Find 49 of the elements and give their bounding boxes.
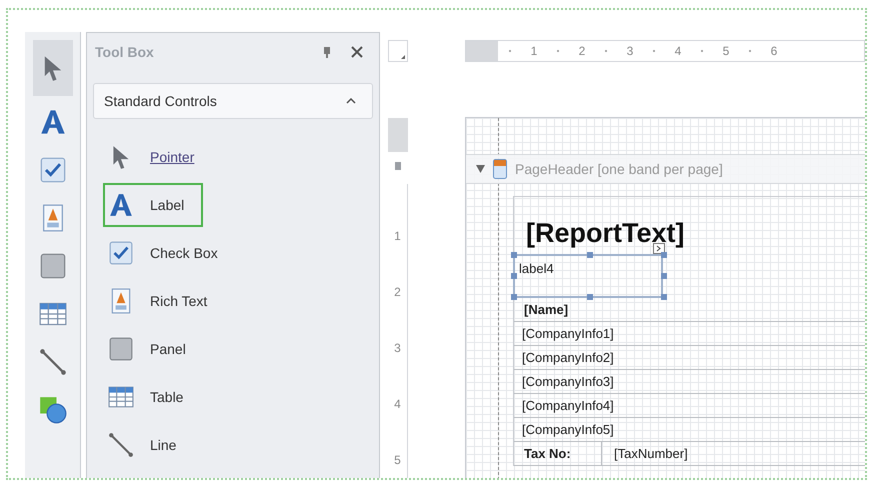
pin-icon[interactable] (323, 46, 331, 58)
band-icon (493, 159, 507, 179)
ruler-number: 2 (394, 284, 401, 301)
field-placeholder[interactable]: [CompanyInfo5] (514, 420, 614, 440)
band-title: PageHeader [one band per page] (515, 160, 723, 179)
pointer-icon[interactable] (32, 40, 72, 96)
ruler-number: 6 (770, 43, 778, 60)
ruler-number: 1 (394, 228, 401, 245)
ruler-tick (653, 50, 655, 52)
ruler-number: 3 (394, 340, 401, 357)
field-placeholder[interactable]: [Name] (514, 300, 568, 320)
field-placeholder[interactable]: [CompanyInfo1] (514, 324, 614, 344)
letter-icon (108, 192, 134, 218)
panel-icon (108, 336, 134, 362)
checkbox-icon (108, 240, 134, 266)
close-icon[interactable] (351, 46, 363, 58)
toolbox-item[interactable]: Line (103, 423, 223, 467)
ruler-tick (605, 50, 607, 52)
ruler-number: 3 (626, 43, 634, 60)
ruler-number: 5 (394, 452, 401, 469)
corner-icon (401, 55, 405, 59)
ruler-number: 5 (722, 43, 730, 60)
ruler-tick (749, 50, 751, 52)
field-placeholder[interactable]: [CompanyInfo2] (514, 348, 614, 368)
toolbox-item[interactable]: Pointer (103, 135, 223, 179)
toolbox-item[interactable]: Table (103, 375, 223, 419)
ruler-corner[interactable] (388, 40, 408, 62)
ruler-number: 1 (530, 43, 538, 60)
ruler-tick (509, 50, 511, 52)
toolbox-item[interactable]: Label (103, 183, 203, 227)
field-placeholder[interactable]: [TaxNumber] (602, 444, 688, 464)
group-header[interactable]: Standard Controls (93, 83, 373, 119)
field-placeholder[interactable]: [CompanyInfo4] (514, 396, 614, 416)
panel-title: Tool Box (95, 42, 154, 62)
field-placeholder[interactable]: [CompanyInfo3] (514, 372, 614, 392)
toolbox-item[interactable]: Rich Text (103, 279, 223, 323)
ruler-tick (557, 50, 559, 52)
ruler-tick (701, 50, 703, 52)
expand-icon[interactable] (476, 165, 485, 173)
ruler-number: 4 (674, 43, 682, 60)
ruler-number: 4 (394, 396, 401, 413)
scroll-thumb[interactable] (388, 118, 408, 152)
toolbox-item[interactable]: Panel (103, 327, 223, 371)
line-icon (108, 432, 134, 458)
table-icon (108, 384, 134, 410)
field-label[interactable]: Tax No: (514, 442, 602, 465)
toolbox-item[interactable]: Check Box (103, 231, 223, 275)
splitter-grip[interactable] (395, 162, 401, 170)
ruler-number: 2 (578, 43, 586, 60)
